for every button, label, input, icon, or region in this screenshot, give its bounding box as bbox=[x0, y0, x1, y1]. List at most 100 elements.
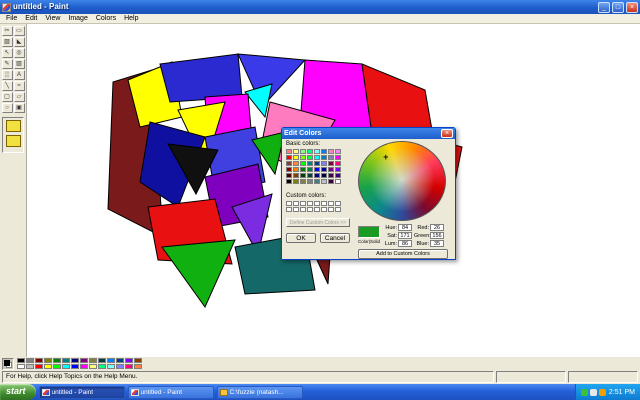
basic-color-swatch[interactable] bbox=[307, 173, 313, 178]
palette-swatch[interactable] bbox=[62, 358, 70, 363]
custom-color-swatch[interactable] bbox=[328, 207, 334, 212]
palette-swatch[interactable] bbox=[44, 358, 52, 363]
color-wheel-marker[interactable]: + bbox=[383, 152, 388, 162]
palette-swatch[interactable] bbox=[116, 364, 124, 369]
palette-swatch[interactable] bbox=[98, 358, 106, 363]
basic-color-swatch[interactable] bbox=[328, 179, 334, 184]
basic-color-swatch[interactable] bbox=[321, 161, 327, 166]
basic-color-swatch[interactable] bbox=[300, 173, 306, 178]
palette-swatch[interactable] bbox=[98, 364, 106, 369]
tool-text[interactable]: A bbox=[13, 70, 25, 80]
palette-swatch[interactable] bbox=[26, 358, 34, 363]
red-input[interactable]: 26 bbox=[430, 224, 444, 231]
tool-free-form-select[interactable]: ✂ bbox=[1, 26, 13, 36]
tool-pick-color[interactable]: ↖ bbox=[1, 48, 13, 58]
basic-color-swatch[interactable] bbox=[307, 155, 313, 160]
basic-color-swatch[interactable] bbox=[335, 149, 341, 154]
basic-color-swatch[interactable] bbox=[335, 167, 341, 172]
basic-color-swatch[interactable] bbox=[300, 167, 306, 172]
basic-color-swatch[interactable] bbox=[293, 167, 299, 172]
define-custom-colors-button[interactable]: Define Custom Colors >> bbox=[286, 218, 350, 227]
basic-color-swatch[interactable] bbox=[286, 173, 292, 178]
basic-color-swatch[interactable] bbox=[300, 161, 306, 166]
start-button[interactable]: start bbox=[0, 384, 36, 400]
menu-help[interactable]: Help bbox=[120, 14, 142, 23]
tray-icon[interactable] bbox=[589, 388, 597, 396]
basic-color-swatch[interactable] bbox=[300, 179, 306, 184]
custom-color-swatch[interactable] bbox=[286, 201, 292, 206]
ok-button[interactable]: OK bbox=[286, 233, 316, 243]
tool-polygon[interactable]: ▱ bbox=[13, 92, 25, 102]
custom-color-swatch[interactable] bbox=[300, 201, 306, 206]
basic-color-swatch[interactable] bbox=[307, 161, 313, 166]
menu-file[interactable]: File bbox=[2, 14, 21, 23]
basic-color-swatch[interactable] bbox=[335, 155, 341, 160]
palette-swatch[interactable] bbox=[107, 358, 115, 363]
basic-color-swatch[interactable] bbox=[328, 161, 334, 166]
palette-swatch[interactable] bbox=[17, 364, 25, 369]
custom-color-swatch[interactable] bbox=[321, 201, 327, 206]
tool-eraser[interactable]: ▨ bbox=[1, 37, 13, 47]
tool-select[interactable]: ▭ bbox=[13, 26, 25, 36]
hue-input[interactable]: 84 bbox=[398, 224, 412, 231]
custom-color-swatch[interactable] bbox=[293, 201, 299, 206]
palette-swatch[interactable] bbox=[80, 364, 88, 369]
custom-color-swatch[interactable] bbox=[300, 207, 306, 212]
palette-swatch[interactable] bbox=[53, 358, 61, 363]
custom-color-swatch[interactable] bbox=[307, 207, 313, 212]
basic-color-swatch[interactable] bbox=[314, 179, 320, 184]
basic-color-swatch[interactable] bbox=[307, 167, 313, 172]
custom-color-swatch[interactable] bbox=[321, 207, 327, 212]
menu-view[interactable]: View bbox=[41, 14, 64, 23]
menu-edit[interactable]: Edit bbox=[21, 14, 41, 23]
add-to-custom-colors-button[interactable]: Add to Custom Colors bbox=[358, 249, 448, 259]
color-wheel-picker[interactable]: + bbox=[358, 141, 446, 221]
taskbar-item[interactable]: untitled - Paint bbox=[127, 385, 214, 399]
tray-icon[interactable] bbox=[598, 388, 606, 396]
basic-color-swatch[interactable] bbox=[293, 155, 299, 160]
basic-color-swatch[interactable] bbox=[307, 149, 313, 154]
taskbar-item[interactable]: untitled - Paint bbox=[38, 385, 125, 399]
basic-color-swatch[interactable] bbox=[286, 161, 292, 166]
dialog-close-button[interactable]: × bbox=[441, 129, 453, 138]
palette-swatch[interactable] bbox=[134, 364, 142, 369]
palette-swatch[interactable] bbox=[62, 364, 70, 369]
maximize-button[interactable]: □ bbox=[612, 1, 624, 13]
custom-color-swatch[interactable] bbox=[314, 207, 320, 212]
basic-color-swatch[interactable] bbox=[293, 179, 299, 184]
tool-curve[interactable]: ≈ bbox=[13, 81, 25, 91]
taskbar-item[interactable]: C:\fuzzie (natash... bbox=[216, 385, 303, 399]
basic-color-swatch[interactable] bbox=[335, 161, 341, 166]
custom-color-swatch[interactable] bbox=[307, 201, 313, 206]
basic-color-swatch[interactable] bbox=[314, 167, 320, 172]
palette-swatch[interactable] bbox=[71, 358, 79, 363]
basic-color-swatch[interactable] bbox=[293, 149, 299, 154]
basic-color-swatch[interactable] bbox=[328, 167, 334, 172]
palette-swatch[interactable] bbox=[71, 364, 79, 369]
palette-swatch[interactable] bbox=[125, 364, 133, 369]
green-input[interactable]: 156 bbox=[430, 232, 444, 239]
tool-option-tile[interactable] bbox=[5, 120, 21, 132]
tool-ellipse[interactable]: ○ bbox=[1, 103, 13, 113]
custom-color-swatch[interactable] bbox=[335, 201, 341, 206]
minimize-button[interactable]: _ bbox=[598, 1, 610, 13]
palette-swatch[interactable] bbox=[89, 364, 97, 369]
palette-swatch[interactable] bbox=[53, 364, 61, 369]
tool-pencil[interactable]: ✎ bbox=[1, 59, 13, 69]
palette-swatch[interactable] bbox=[35, 358, 43, 363]
palette-swatch[interactable] bbox=[125, 358, 133, 363]
tool-rounded-rectangle[interactable]: ▣ bbox=[13, 103, 25, 113]
basic-color-swatch[interactable] bbox=[293, 173, 299, 178]
palette-swatch[interactable] bbox=[35, 364, 43, 369]
palette-swatch[interactable] bbox=[134, 358, 142, 363]
close-button[interactable]: × bbox=[626, 1, 638, 13]
basic-color-swatch[interactable] bbox=[286, 149, 292, 154]
basic-color-swatch[interactable] bbox=[321, 167, 327, 172]
custom-color-swatch[interactable] bbox=[286, 207, 292, 212]
palette-swatch[interactable] bbox=[107, 364, 115, 369]
basic-color-swatch[interactable] bbox=[300, 149, 306, 154]
basic-color-swatch[interactable] bbox=[314, 149, 320, 154]
basic-color-swatch[interactable] bbox=[321, 155, 327, 160]
custom-color-swatch[interactable] bbox=[335, 207, 341, 212]
tool-airbrush[interactable]: ░ bbox=[1, 70, 13, 80]
